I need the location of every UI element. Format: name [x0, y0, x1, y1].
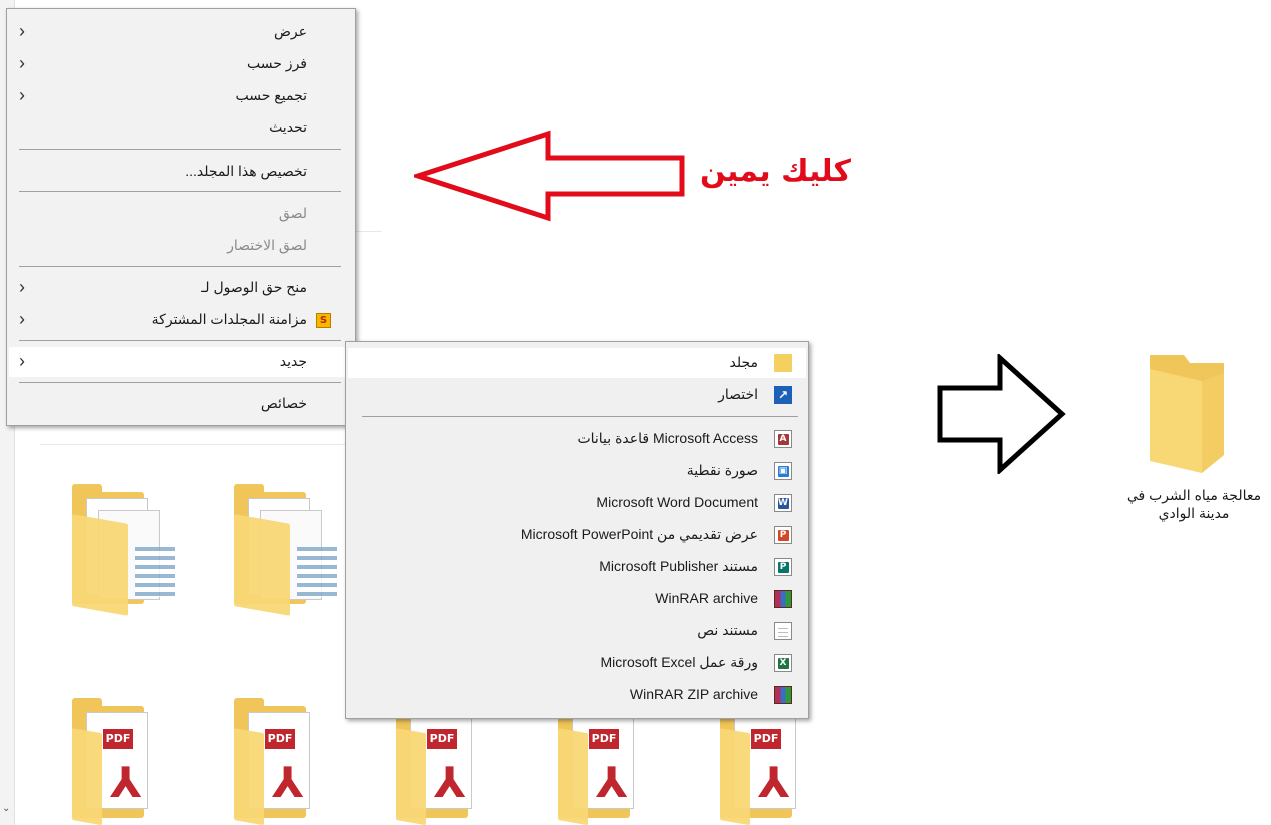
winrar-zip-icon: [774, 686, 792, 704]
menu-item-label: تحديث: [269, 119, 307, 135]
submenu-item-bitmap[interactable]: ▣ صورة نقطية: [348, 456, 806, 486]
menu-item-new[interactable]: جديد ‹: [9, 347, 353, 377]
folder-icon[interactable]: [1144, 351, 1232, 473]
submenu-item-label: WinRAR ZIP archive: [629, 686, 758, 702]
submenu-item-label: ورقة عمل Microsoft Excel: [600, 654, 758, 670]
context-menu: عرض ‹ فرز حسب ‹ تجميع حسب ‹ تحديث تخصيص …: [6, 8, 356, 426]
submenu-item-label: اختصار: [718, 386, 758, 402]
submenu-item-shortcut[interactable]: ↗ اختصار: [348, 380, 806, 410]
menu-divider: [19, 191, 341, 192]
new-submenu: مجلد ↗ اختصار A Microsoft Access قاعدة ب…: [345, 341, 809, 719]
powerpoint-icon: P: [774, 526, 792, 544]
folder-name-label[interactable]: معالجة مياه الشرب في مدينة الوادي: [1120, 486, 1268, 522]
submenu-item-label: مجلد: [729, 354, 758, 370]
folder-icon[interactable]: [234, 484, 337, 616]
menu-item-sync-shared-folders[interactable]: S مزامنة المجلدات المشتركة ‹: [9, 305, 353, 335]
submenu-item-label: WinRAR archive: [655, 590, 758, 606]
submenu-item-winrar[interactable]: WinRAR archive: [348, 584, 806, 614]
submenu-item-winrar-zip[interactable]: WinRAR ZIP archive: [348, 680, 806, 710]
submenu-item-label: Microsoft Access قاعدة بيانات: [577, 430, 758, 446]
pdf-folder-icon[interactable]: PDF ⅄: [72, 698, 172, 825]
publisher-icon: P: [774, 558, 792, 576]
black-arrow-icon: [937, 354, 1066, 474]
word-icon: W: [774, 494, 792, 512]
submenu-item-powerpoint[interactable]: P عرض تقديمي من Microsoft PowerPoint: [348, 520, 806, 550]
menu-divider: [19, 149, 341, 150]
chevron-left-icon: ‹: [19, 21, 25, 41]
submenu-item-word[interactable]: W Microsoft Word Document: [348, 488, 806, 518]
winrar-icon: [774, 590, 792, 608]
annotation-text: كليك يمين: [700, 154, 851, 189]
divider: [354, 231, 382, 232]
submenu-item-label: Microsoft Word Document: [596, 494, 758, 510]
menu-divider: [362, 416, 798, 417]
menu-item-label: تخصيص هذا المجلد...: [185, 163, 307, 179]
menu-item-label: جديد: [279, 353, 307, 369]
scroll-down-icon[interactable]: ⌄: [2, 803, 10, 814]
menu-item-sort-by[interactable]: فرز حسب ‹: [9, 49, 353, 79]
folder-icon[interactable]: [72, 484, 175, 616]
submenu-item-label: مستند Microsoft Publisher: [599, 558, 758, 574]
submenu-item-access[interactable]: A Microsoft Access قاعدة بيانات: [348, 424, 806, 454]
chevron-left-icon: ‹: [19, 351, 25, 371]
menu-item-group-by[interactable]: تجميع حسب ‹: [9, 81, 353, 111]
bitmap-icon: ▣: [774, 462, 792, 480]
chevron-left-icon: ‹: [19, 309, 25, 329]
menu-item-label: تجميع حسب: [235, 87, 307, 103]
menu-item-give-access[interactable]: منح حق الوصول لـ ‹: [9, 273, 353, 303]
access-icon: A: [774, 430, 792, 448]
menu-item-view[interactable]: عرض ‹: [9, 17, 353, 47]
submenu-item-label: عرض تقديمي من Microsoft PowerPoint: [520, 526, 758, 542]
menu-item-label: لصق: [278, 205, 307, 221]
menu-item-properties[interactable]: خصائص: [9, 389, 353, 419]
divider: [40, 444, 346, 445]
menu-item-label: فرز حسب: [247, 55, 307, 71]
menu-item-label: لصق الاختصار: [227, 237, 307, 253]
submenu-item-folder[interactable]: مجلد: [348, 348, 806, 378]
text-document-icon: [774, 622, 792, 640]
chevron-left-icon: ‹: [19, 85, 25, 105]
submenu-item-label: مستند نص: [697, 622, 758, 638]
menu-item-label: خصائص: [260, 395, 307, 411]
menu-item-label: منح حق الوصول لـ: [201, 279, 307, 295]
chevron-left-icon: ‹: [19, 53, 25, 73]
pdf-folder-icon[interactable]: PDF ⅄: [234, 698, 334, 825]
menu-item-customize-folder[interactable]: تخصيص هذا المجلد...: [9, 157, 353, 187]
menu-item-label: مزامنة المجلدات المشتركة: [151, 311, 307, 327]
chevron-left-icon: ‹: [19, 277, 25, 297]
submenu-item-excel[interactable]: X ورقة عمل Microsoft Excel: [348, 648, 806, 678]
shortcut-icon: ↗: [774, 386, 792, 404]
menu-item-refresh[interactable]: تحديث: [9, 113, 353, 143]
menu-item-paste-shortcut[interactable]: لصق الاختصار: [9, 231, 353, 261]
menu-divider: [19, 382, 341, 383]
excel-icon: X: [774, 654, 792, 672]
red-arrow-icon: [414, 130, 685, 222]
folder-icon: [774, 354, 792, 372]
submenu-item-text-document[interactable]: مستند نص: [348, 616, 806, 646]
sync-icon: S: [316, 313, 331, 328]
menu-divider: [19, 266, 341, 267]
menu-item-paste[interactable]: لصق: [9, 199, 353, 229]
submenu-item-publisher[interactable]: P مستند Microsoft Publisher: [348, 552, 806, 582]
menu-item-label: عرض: [273, 23, 307, 39]
submenu-item-label: صورة نقطية: [686, 462, 758, 478]
menu-divider: [19, 340, 341, 341]
